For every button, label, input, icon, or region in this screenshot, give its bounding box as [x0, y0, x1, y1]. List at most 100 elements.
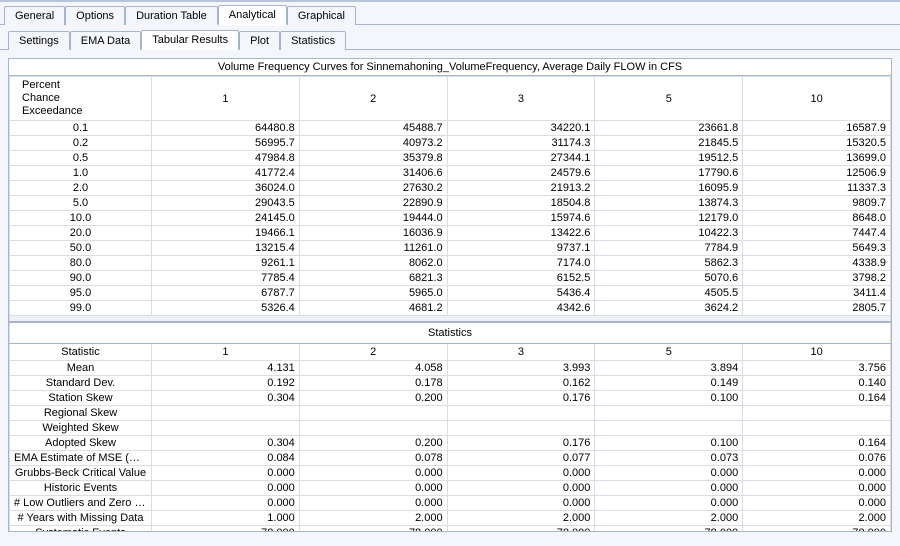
freq-label[interactable]: 99.0	[10, 301, 152, 316]
subtab-settings[interactable]: Settings	[8, 31, 70, 50]
stat-label[interactable]: Historic Events	[10, 480, 152, 495]
tab-general[interactable]: General	[4, 6, 65, 25]
stat-value[interactable]: 0.200	[299, 435, 447, 450]
stat-value[interactable]: 78.000	[152, 525, 300, 532]
stat-value[interactable]: 0.304	[152, 435, 300, 450]
freq-value[interactable]: 10422.3	[595, 226, 743, 241]
stat-value[interactable]: 0.304	[152, 390, 300, 405]
stats-col-header-1[interactable]: 1	[152, 343, 300, 360]
stat-value[interactable]: 0.000	[299, 495, 447, 510]
freq-value[interactable]: 5649.3	[743, 241, 891, 256]
tab-options[interactable]: Options	[65, 6, 125, 25]
freq-value[interactable]: 27630.2	[299, 181, 447, 196]
stat-value[interactable]: 3.894	[595, 360, 743, 375]
stat-value[interactable]: 0.000	[447, 480, 595, 495]
freq-value[interactable]: 56995.7	[152, 136, 300, 151]
freq-value[interactable]: 35379.8	[299, 151, 447, 166]
stat-value[interactable]: 0.000	[743, 465, 891, 480]
stat-value[interactable]: 78.000	[595, 525, 743, 532]
freq-value[interactable]: 18504.8	[447, 196, 595, 211]
freq-value[interactable]: 5326.4	[152, 301, 300, 316]
stat-value[interactable]: 0.000	[743, 480, 891, 495]
stat-label[interactable]: Weighted Skew	[10, 420, 152, 435]
col-header-3[interactable]: 3	[447, 77, 595, 121]
freq-label[interactable]: 80.0	[10, 256, 152, 271]
stat-value[interactable]: 78.000	[447, 525, 595, 532]
freq-label[interactable]: 20.0	[10, 226, 152, 241]
freq-value[interactable]: 8062.0	[299, 256, 447, 271]
freq-value[interactable]: 6152.5	[447, 271, 595, 286]
stat-label[interactable]: Standard Dev.	[10, 375, 152, 390]
stat-value[interactable]: 78.000	[299, 525, 447, 532]
freq-label[interactable]: 0.1	[10, 121, 152, 136]
freq-label[interactable]: 50.0	[10, 241, 152, 256]
freq-label[interactable]: 5.0	[10, 196, 152, 211]
freq-label[interactable]: 0.2	[10, 136, 152, 151]
freq-value[interactable]: 7447.4	[743, 226, 891, 241]
stat-value[interactable]: 0.000	[152, 465, 300, 480]
stat-value[interactable]: 0.164	[743, 435, 891, 450]
freq-value[interactable]: 9809.7	[743, 196, 891, 211]
freq-value[interactable]: 3624.2	[595, 301, 743, 316]
freq-value[interactable]: 5070.6	[595, 271, 743, 286]
stat-value[interactable]: 0.000	[595, 480, 743, 495]
freq-value[interactable]: 4505.5	[595, 286, 743, 301]
freq-value[interactable]: 19512.5	[595, 151, 743, 166]
stats-col-header-5[interactable]: 5	[595, 343, 743, 360]
stat-value[interactable]: 0.176	[447, 390, 595, 405]
subtab-plot[interactable]: Plot	[239, 31, 280, 50]
stat-value[interactable]: 0.078	[299, 450, 447, 465]
freq-label[interactable]: 90.0	[10, 271, 152, 286]
freq-value[interactable]: 13422.6	[447, 226, 595, 241]
subtab-ema-data[interactable]: EMA Data	[70, 31, 142, 50]
stat-value[interactable]: 3.756	[743, 360, 891, 375]
stats-col-header-2[interactable]: 2	[299, 343, 447, 360]
stat-value[interactable]	[595, 420, 743, 435]
stat-value[interactable]: 0.000	[447, 495, 595, 510]
freq-value[interactable]: 7174.0	[447, 256, 595, 271]
stat-value[interactable]: 2.000	[743, 510, 891, 525]
stat-value[interactable]: 2.000	[299, 510, 447, 525]
freq-value[interactable]: 5965.0	[299, 286, 447, 301]
freq-label[interactable]: 95.0	[10, 286, 152, 301]
stat-value[interactable]: 0.000	[152, 480, 300, 495]
stat-value[interactable]: 0.000	[743, 495, 891, 510]
stat-value[interactable]: 0.000	[299, 480, 447, 495]
stat-value[interactable]: 2.000	[595, 510, 743, 525]
freq-value[interactable]: 13874.3	[595, 196, 743, 211]
freq-value[interactable]: 16587.9	[743, 121, 891, 136]
freq-value[interactable]: 34220.1	[447, 121, 595, 136]
freq-value[interactable]: 9737.1	[447, 241, 595, 256]
freq-value[interactable]: 15974.6	[447, 211, 595, 226]
stat-value[interactable]	[447, 420, 595, 435]
freq-value[interactable]: 12179.0	[595, 211, 743, 226]
freq-value[interactable]: 16036.9	[299, 226, 447, 241]
col-header-10[interactable]: 10	[743, 77, 891, 121]
stat-value[interactable]: 0.076	[743, 450, 891, 465]
stat-value[interactable]: 0.149	[595, 375, 743, 390]
freq-value[interactable]: 7784.9	[595, 241, 743, 256]
freq-value[interactable]: 45488.7	[299, 121, 447, 136]
stat-value[interactable]: 3.993	[447, 360, 595, 375]
stat-value[interactable]	[299, 405, 447, 420]
freq-value[interactable]: 19466.1	[152, 226, 300, 241]
stat-value[interactable]: 78.000	[743, 525, 891, 532]
freq-label[interactable]: 1.0	[10, 166, 152, 181]
freq-value[interactable]: 15320.5	[743, 136, 891, 151]
stat-value[interactable]: 4.131	[152, 360, 300, 375]
stats-col-header-3[interactable]: 3	[447, 343, 595, 360]
freq-value[interactable]: 24579.6	[447, 166, 595, 181]
freq-value[interactable]: 8648.0	[743, 211, 891, 226]
freq-value[interactable]: 5436.4	[447, 286, 595, 301]
stat-value[interactable]	[595, 405, 743, 420]
stat-value[interactable]: 0.000	[595, 465, 743, 480]
freq-value[interactable]: 21845.5	[595, 136, 743, 151]
freq-value[interactable]: 21913.2	[447, 181, 595, 196]
stats-col-header-10[interactable]: 10	[743, 343, 891, 360]
stat-label[interactable]: Regional Skew	[10, 405, 152, 420]
freq-value[interactable]: 41772.4	[152, 166, 300, 181]
subtab-tabular-results[interactable]: Tabular Results	[141, 30, 239, 50]
freq-value[interactable]: 12506.9	[743, 166, 891, 181]
stat-value[interactable]	[447, 405, 595, 420]
stat-value[interactable]: 0.192	[152, 375, 300, 390]
